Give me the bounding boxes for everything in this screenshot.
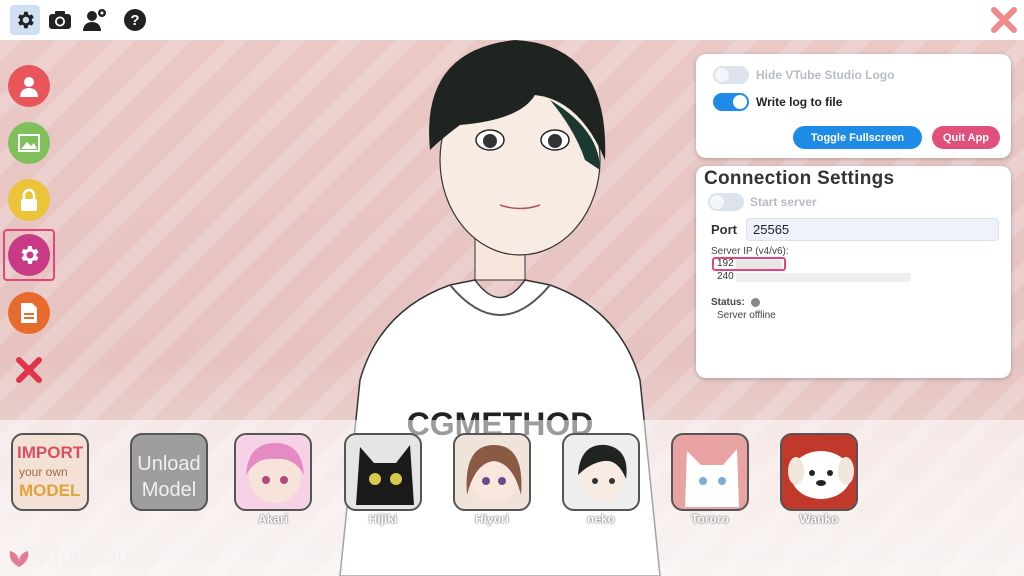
connection-title: Connection Settings	[704, 168, 895, 189]
start-server-label: Start server	[750, 195, 817, 209]
vtube-studio-logo: VTubeStudio	[6, 546, 158, 570]
import-model-button[interactable]: IMPORT your own MODEL	[11, 433, 89, 511]
model-label-hiyori: Hiyori	[474, 512, 509, 526]
ipv4-address: 192	[717, 258, 734, 269]
connection-settings-panel: Connection Settings Start server Port 25…	[696, 166, 1011, 378]
model-hijiki[interactable]	[344, 433, 422, 511]
ip-redaction	[736, 260, 782, 269]
model-label-akari: Akari	[257, 512, 289, 526]
model-akari[interactable]	[234, 433, 312, 511]
toggle-fullscreen-button[interactable]: Toggle Fullscreen	[793, 126, 922, 149]
model-label-hijiki: Hijiki	[368, 512, 398, 526]
user-settings-icon[interactable]	[80, 5, 110, 35]
port-label: Port	[711, 222, 737, 237]
model-label-wanko: Wanko	[799, 512, 839, 526]
server-ip-label: Server IP (v4/v6):	[711, 246, 789, 257]
status-text: Server offline	[717, 310, 776, 321]
gear-icon[interactable]	[10, 5, 40, 35]
avatar-icon[interactable]	[8, 65, 50, 107]
model-hiyori[interactable]	[453, 433, 531, 511]
lock-icon[interactable]	[8, 179, 50, 221]
logo-text: VTubeStudio	[35, 546, 158, 569]
status-label: Status:	[711, 297, 745, 308]
write-log-label: Write log to file	[756, 95, 843, 109]
unload-model-button[interactable]: Unload Model	[130, 433, 208, 511]
ipv6-address: 240	[717, 271, 734, 282]
close-icon[interactable]	[14, 355, 44, 385]
log-icon[interactable]	[8, 292, 50, 334]
close-icon[interactable]	[990, 6, 1018, 34]
status-dot	[751, 298, 760, 307]
model-wanko[interactable]	[780, 433, 858, 511]
camera-icon[interactable]	[45, 5, 75, 35]
hide-logo-label: Hide VTube Studio Logo	[756, 68, 895, 82]
hide-logo-toggle[interactable]	[713, 66, 749, 84]
model-neko[interactable]	[562, 433, 640, 511]
help-icon[interactable]: ?	[120, 5, 150, 35]
logo-flower-icon	[9, 551, 29, 567]
write-log-toggle[interactable]	[713, 93, 749, 111]
general-settings-panel: Hide VTube Studio Logo Write log to file…	[696, 54, 1011, 158]
quit-app-button[interactable]: Quit App	[932, 126, 1000, 149]
start-server-toggle[interactable]	[708, 193, 744, 211]
background-icon[interactable]	[8, 122, 50, 164]
svg-text:?: ?	[130, 12, 139, 29]
model-tororo[interactable]	[671, 433, 749, 511]
settings-highlight	[3, 229, 55, 281]
top-toolbar: ?	[0, 0, 1024, 40]
model-label-neko: neko	[586, 512, 615, 526]
model-label-tororo: Tororo	[691, 512, 729, 526]
ip-redaction	[736, 273, 911, 282]
port-input[interactable]: 25565	[746, 218, 999, 241]
